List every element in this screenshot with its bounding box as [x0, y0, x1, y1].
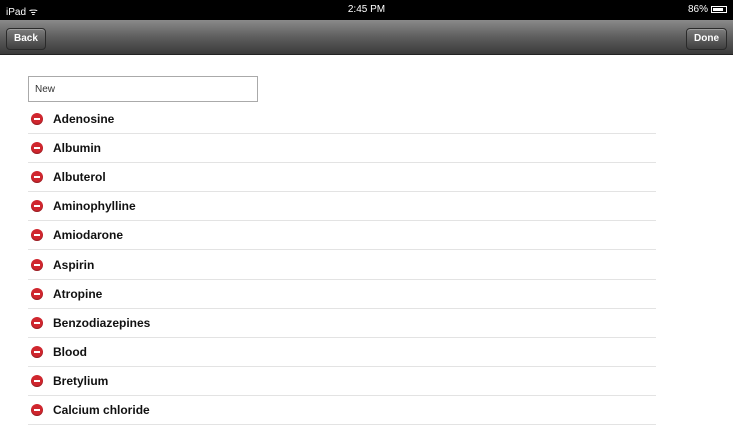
minus-circle-icon[interactable]: [31, 403, 43, 416]
minus-circle-icon[interactable]: [31, 200, 43, 213]
minus-circle-icon[interactable]: [31, 287, 43, 300]
battery-indicator: 86%: [688, 4, 727, 15]
list-item-label: Atropine: [53, 286, 103, 301]
navigation-bar: Back Done: [0, 20, 733, 55]
minus-circle-icon[interactable]: [31, 374, 43, 387]
list-item[interactable]: Benzodiazepines: [28, 309, 656, 338]
list-item[interactable]: Amiodarone: [28, 221, 656, 251]
list-item[interactable]: Blood: [28, 338, 656, 367]
list-item[interactable]: Bretylium: [28, 367, 656, 396]
list-item[interactable]: Aminophylline: [28, 192, 656, 222]
minus-circle-icon[interactable]: [31, 229, 43, 242]
list-item[interactable]: Albumin: [28, 134, 656, 164]
list-item-label: Blood: [53, 344, 87, 359]
list-item[interactable]: Adenosine: [28, 105, 656, 135]
back-button[interactable]: Back: [6, 28, 46, 50]
status-bar: iPad ᯤ 2:45 PM 86%: [0, 0, 733, 20]
list-item-label: Amiodarone: [53, 228, 124, 243]
clock: 2:45 PM: [347, 4, 386, 15]
minus-circle-icon[interactable]: [31, 345, 43, 358]
list-item-label: Aspirin: [53, 257, 95, 272]
list-item[interactable]: Albuterol: [28, 163, 656, 193]
minus-circle-icon[interactable]: [31, 142, 43, 155]
list-item[interactable]: Aspirin: [28, 250, 656, 280]
list-item-label: Calcium chloride: [53, 402, 150, 417]
minus-circle-icon[interactable]: [31, 171, 43, 184]
battery-percent: 86%: [687, 4, 708, 15]
new-item-field[interactable]: [28, 76, 258, 102]
minus-circle-icon[interactable]: [31, 113, 43, 126]
done-button[interactable]: Done: [686, 28, 727, 50]
list-item-label: Albuterol: [53, 170, 106, 185]
list-item[interactable]: Atropine: [28, 280, 656, 309]
list-item-label: Aminophylline: [53, 199, 136, 214]
list-item[interactable]: Calcium chloride: [28, 396, 656, 426]
list-item-label: Benzodiazepines: [53, 315, 151, 330]
item-list: Adenosine Albumin Albuterol Aminophylline Am…: [28, 105, 656, 426]
list-item-label: Bretylium: [53, 373, 109, 388]
battery-icon: [711, 6, 727, 13]
minus-circle-icon[interactable]: [31, 258, 43, 271]
minus-circle-icon[interactable]: [31, 316, 43, 329]
list-item-label: Adenosine: [53, 112, 115, 127]
list-item-label: Albumin: [53, 141, 101, 156]
